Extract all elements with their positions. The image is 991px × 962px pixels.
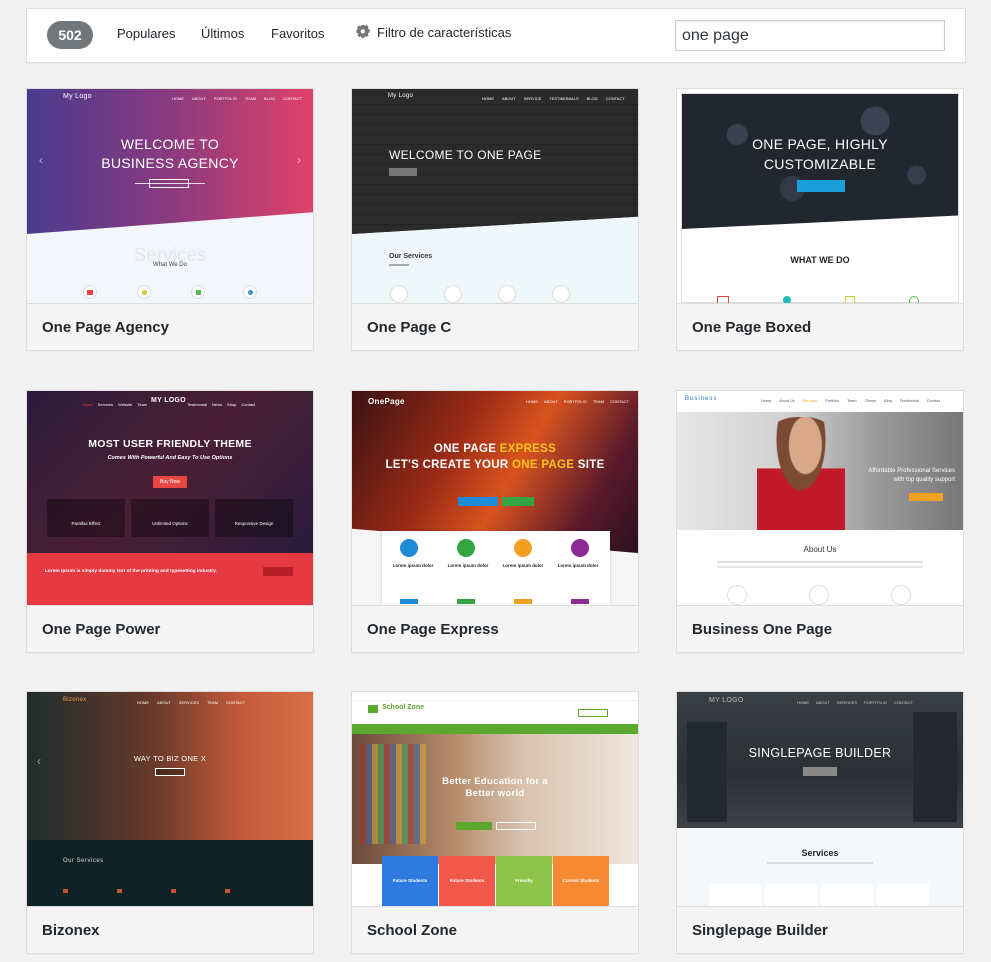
theme-screenshot: MY LOGO HOME ABOUT SERVICES PORTFOLIO CONTAC… [677, 692, 963, 906]
theme-section-title: About Us [803, 545, 837, 554]
theme-logo: My Logo [63, 93, 92, 100]
theme-hero-text: LET'S CREATE YOUR [385, 459, 513, 471]
theme-logo: OnePage [368, 397, 405, 406]
theme-screenshot: ONE PAGE, HIGHLY CUSTOMIZABLE WHAT WE DO [677, 89, 963, 303]
theme-hero-line: WELCOME TO ONE PAGE [389, 148, 542, 162]
theme-filter-bar: 502 Populares Últimos Favoritos Filtro d… [26, 8, 966, 63]
theme-name: One Page Agency [27, 303, 313, 350]
theme-hero-line: Better Education for a [442, 776, 548, 787]
filter-ultimos-link[interactable]: Últimos [201, 26, 244, 41]
theme-feature-label: Responsive Design [234, 521, 274, 526]
theme-card-title: Lorem ipsum dolor [557, 563, 599, 568]
theme-section-title: Our Services [63, 858, 104, 864]
theme-card-title: Lorem ipsum dolor [447, 563, 489, 568]
theme-screenshot: Bizonex HOME ABOUT SERVICES TEAM CONTACT WAY… [27, 692, 313, 906]
theme-logo: Bizonex [63, 697, 87, 703]
theme-feature-label: Unlimited Options [152, 521, 188, 526]
theme-name: One Page Express [352, 605, 638, 652]
theme-hero-line: WELCOME TO [120, 136, 220, 152]
theme-card-singlepage-builder[interactable]: MY LOGO HOME ABOUT SERVICES PORTFOLIO CONTAC… [676, 691, 964, 954]
theme-hero-line: Affordable Professional Services [868, 468, 955, 474]
theme-screenshot: Home Services Website Team MY LOGO Testimon… [27, 391, 313, 605]
theme-tile-title: Future Students [392, 878, 428, 883]
theme-screenshot: My Logo HOME ABOUT PORTFOLIO TEAM BLOG CONTAC… [27, 89, 313, 303]
theme-hero-line: BUSINESS AGENCY [101, 155, 239, 171]
theme-name: Bizonex [27, 906, 313, 953]
theme-logo: My Logo [388, 93, 414, 99]
theme-count-badge: 502 [47, 21, 93, 49]
theme-name: Business One Page [677, 605, 963, 652]
theme-name: Singlepage Builder [677, 906, 963, 953]
theme-card-title: Lorem ipsum dolor [392, 563, 434, 568]
theme-hero-line: ONE PAGE, HIGHLY [752, 136, 888, 152]
theme-card-one-page-express[interactable]: OnePage HOME ABOUT PORTFOLIO TEAM CONTACT ON… [351, 390, 639, 653]
filter-favoritos-link[interactable]: Favoritos [271, 26, 324, 41]
theme-hero-line: WAY TO BIZ ONE X [133, 754, 207, 763]
theme-logo: MY LOGO [709, 697, 744, 704]
theme-hero-line: MOST USER FRIENDLY THEME [88, 438, 252, 450]
theme-hero-highlight: ONE PAGE [512, 459, 575, 471]
theme-section-title: Services [801, 848, 839, 858]
theme-logo: School Zone [382, 704, 424, 711]
theme-card-business-one-page[interactable]: Business Home About Us Services Portfolio Te… [676, 390, 964, 653]
theme-tile-title: Current Students [562, 878, 600, 883]
theme-section-title: Our Services [389, 253, 433, 260]
theme-card-one-page-power[interactable]: Home Services Website Team MY LOGO Testimon… [26, 390, 314, 653]
theme-card-one-page-c[interactable]: My Logo HOME ABOUT SERVICE TESTIMONIALS BLOG… [351, 88, 639, 351]
theme-name: School Zone [352, 906, 638, 953]
theme-hero-line: CUSTOMIZABLE [763, 156, 877, 172]
theme-screenshot: OnePage HOME ABOUT PORTFOLIO TEAM CONTACT ON… [352, 391, 638, 605]
theme-hero-line: SINGLEPAGE BUILDER [748, 746, 892, 760]
theme-name: One Page Power [27, 605, 313, 652]
feature-filter-label: Filtro de características [377, 25, 512, 40]
theme-tile-title: Future Students [449, 878, 485, 883]
theme-section-title: What We Do [153, 262, 187, 268]
theme-screenshot: My Logo HOME ABOUT SERVICE TESTIMONIALS BLOG… [352, 89, 638, 303]
theme-hero-text: SITE [574, 459, 605, 471]
theme-card-bizonex[interactable]: Bizonex HOME ABOUT SERVICES TEAM CONTACT WAY… [26, 691, 314, 954]
filter-populares-link[interactable]: Populares [117, 26, 176, 41]
theme-hero-text: ONE PAGE [433, 443, 500, 455]
feature-filter-button[interactable]: Filtro de características [356, 25, 511, 40]
theme-card-one-page-agency[interactable]: My Logo HOME ABOUT PORTFOLIO TEAM BLOG CONTAC… [26, 88, 314, 351]
theme-logo: MY LOGO [151, 397, 187, 404]
theme-hero-highlight: EXPRESS [499, 443, 557, 455]
theme-section-title: WHAT WE DO [790, 255, 850, 265]
theme-logo: Business [685, 396, 718, 402]
theme-card-school-zone[interactable]: School Zone Better Education for a Bette… [351, 691, 639, 954]
theme-feature-label: Parallax Effect [71, 521, 101, 526]
theme-screenshot: Business Home About Us Services Portfolio Te… [677, 391, 963, 605]
gear-icon [356, 25, 370, 39]
theme-bar-text: Lorem Ipsum is simply dummy text of the … [45, 569, 217, 574]
theme-card-one-page-boxed[interactable]: ONE PAGE, HIGHLY CUSTOMIZABLE WHAT WE DO… [676, 88, 964, 351]
theme-subtitle: Comes With Powerful And Easy To Use Opti… [107, 455, 233, 461]
theme-search-input[interactable] [675, 20, 945, 51]
theme-hero-line: with top quality support [893, 477, 955, 483]
theme-name: One Page C [352, 303, 638, 350]
theme-card-title: Lorem ipsum dolor [502, 563, 544, 568]
theme-hero-button: Buy Now [153, 476, 187, 488]
theme-hero-line: Better world [465, 788, 525, 799]
theme-tile-title: Friendly [515, 878, 533, 883]
theme-name: One Page Boxed [677, 303, 963, 350]
theme-screenshot: School Zone Better Education for a Bette… [352, 692, 638, 906]
